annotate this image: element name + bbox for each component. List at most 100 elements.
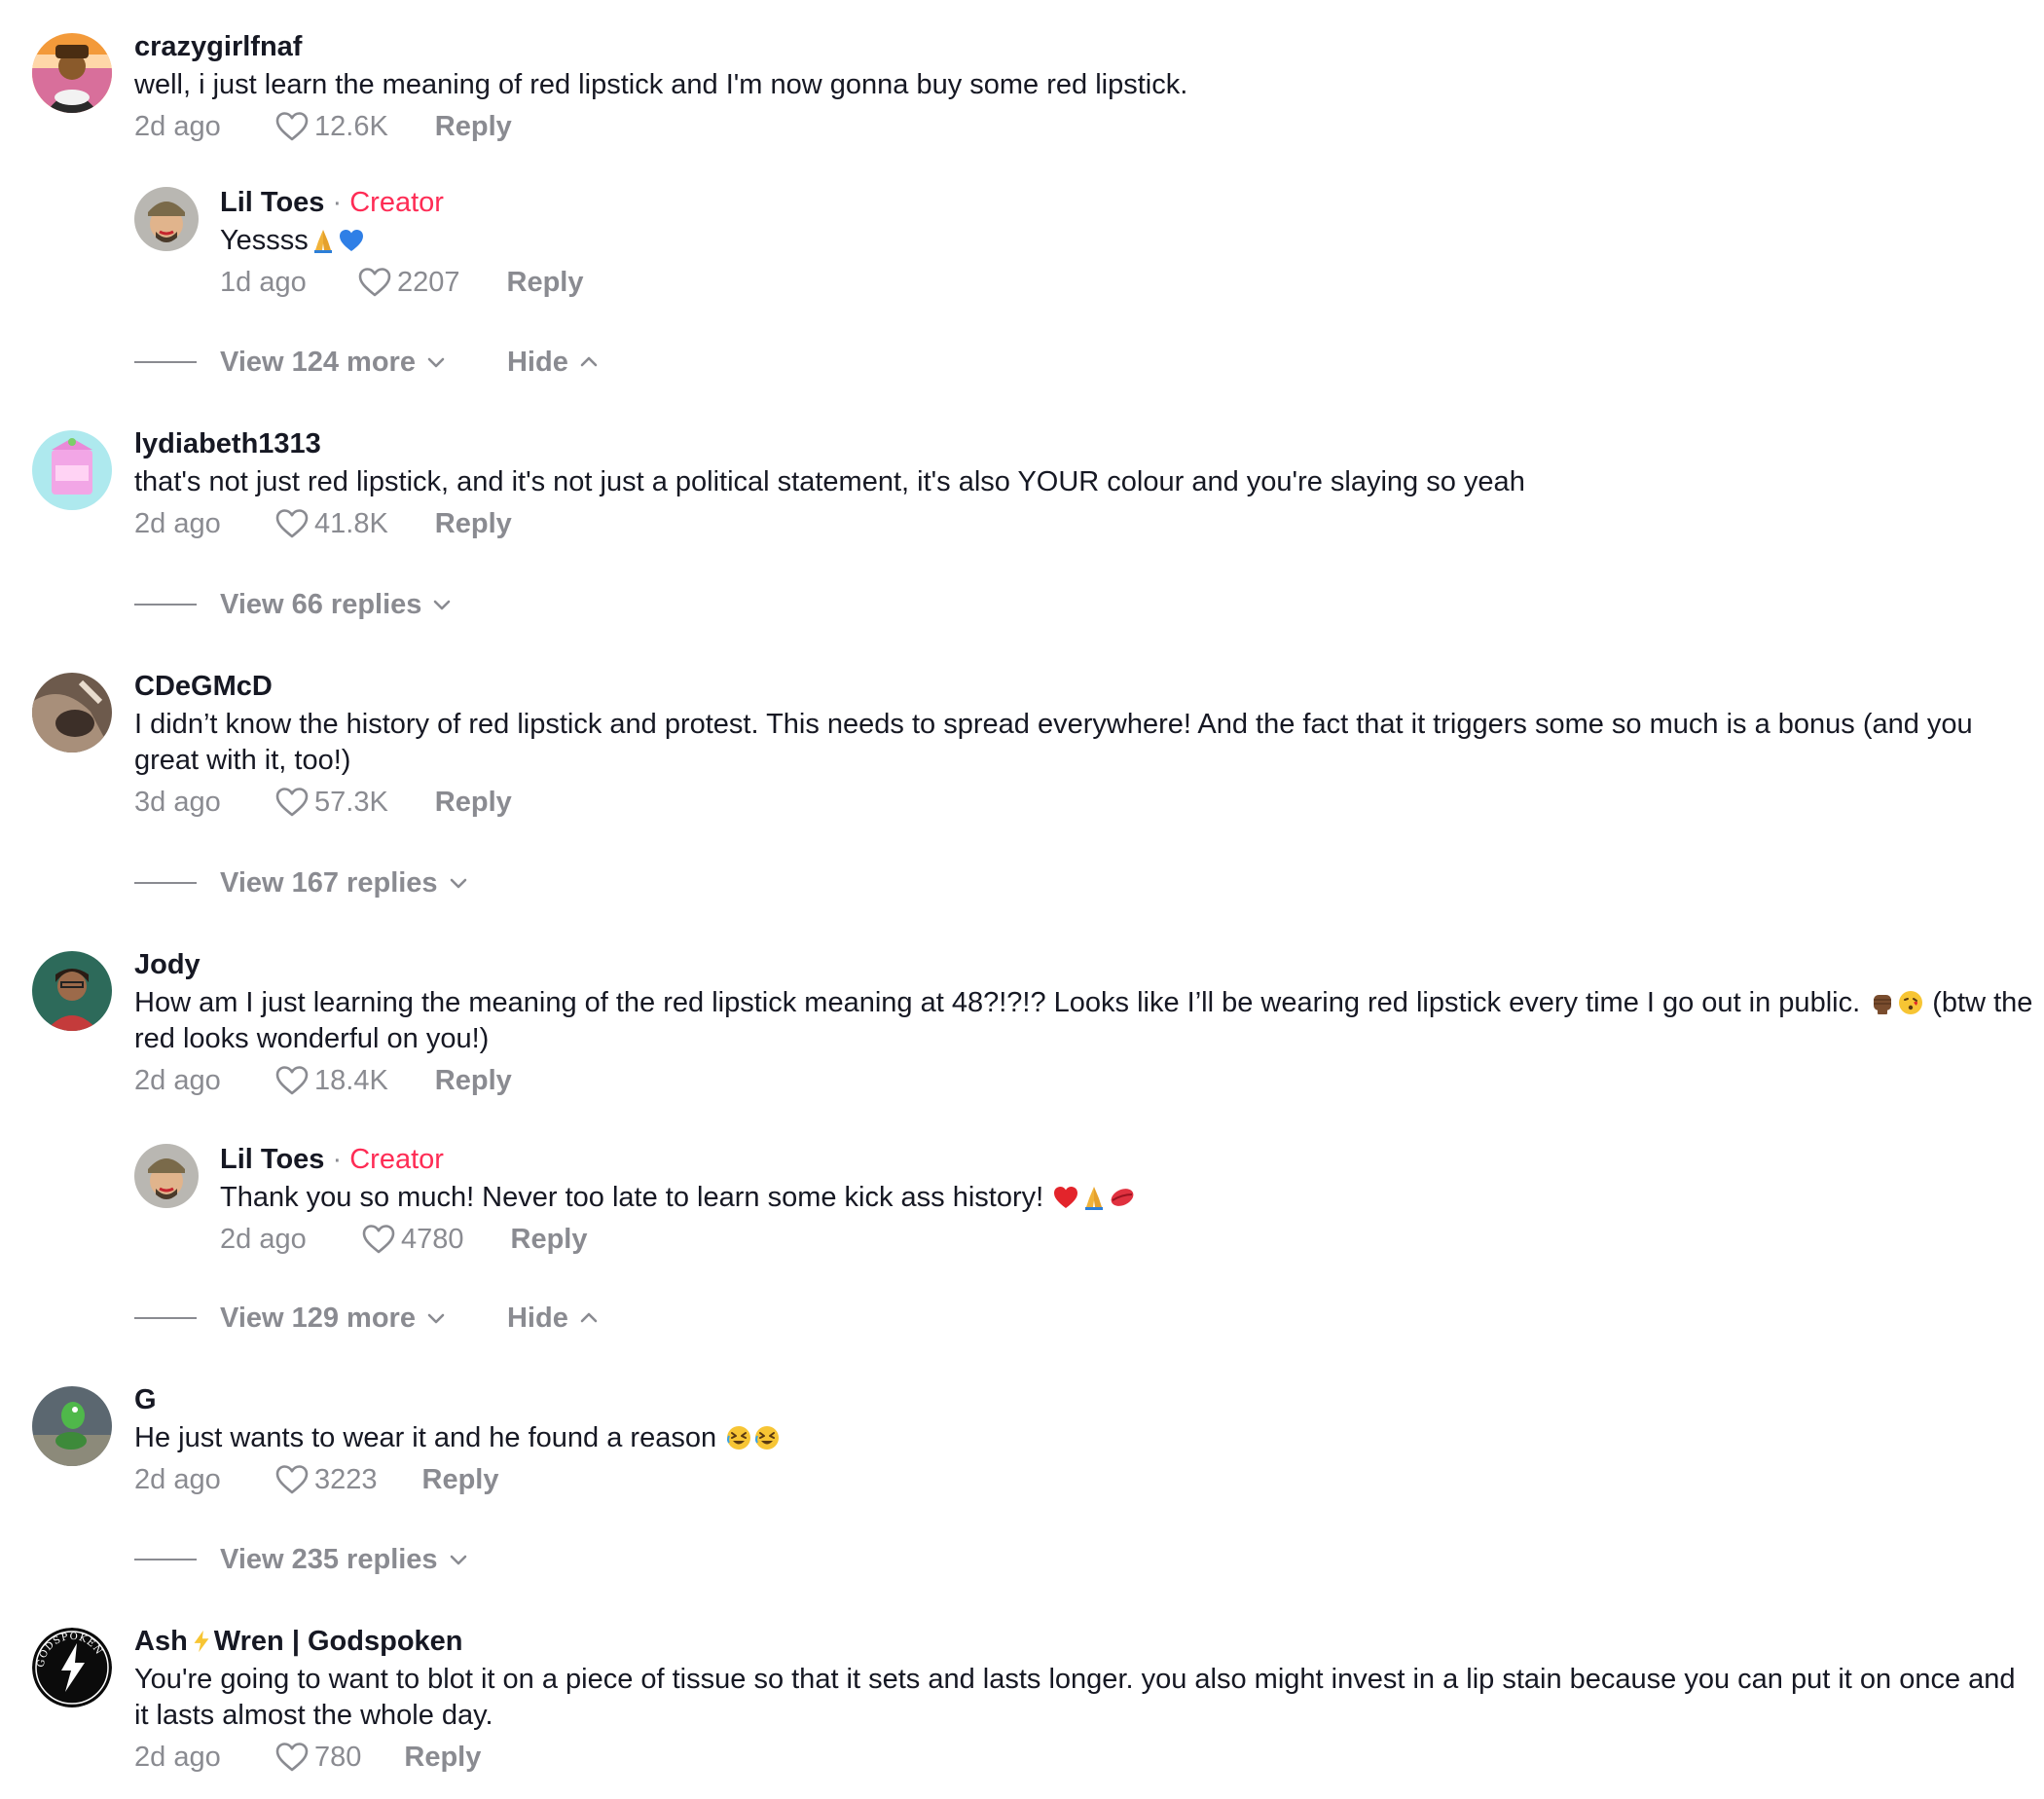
comment-text: I didn’t know the history of red lipstic…: [134, 709, 1973, 776]
comment-username[interactable]: lydiabeth1313: [134, 426, 2034, 461]
reply-username[interactable]: Lil Toes: [220, 187, 324, 218]
comment-timestamp: 2d ago: [134, 1741, 221, 1773]
hide-label: Hide: [506, 346, 568, 378]
reply-button[interactable]: Reply: [511, 1224, 588, 1256]
like-button[interactable]: 12.6K: [275, 111, 388, 143]
thread-controls: View 167 replies: [134, 863, 469, 902]
heart-icon: [358, 267, 391, 298]
thread-controls: View 235 replies: [134, 1540, 469, 1579]
view-more-replies-button[interactable]: View 129 more: [220, 1303, 447, 1335]
like-button[interactable]: 18.4K: [275, 1065, 388, 1097]
view-more-label: View 124 more: [220, 346, 416, 378]
like-button[interactable]: 41.8K: [275, 508, 388, 540]
thread-controls: View 124 more Hide: [134, 343, 600, 382]
like-count: 18.4K: [314, 1064, 388, 1096]
avatar[interactable]: GODSPOKEN: [32, 1628, 112, 1707]
comment-username: Lil Toes · Creator: [220, 1142, 2034, 1177]
heart-icon: [275, 508, 309, 539]
comment-meta: 1d ago 2207 Reply: [220, 261, 2034, 304]
comment-text: that's not just red lipstick, and it's n…: [134, 466, 1525, 497]
view-replies-button[interactable]: View 167 replies: [220, 867, 469, 900]
like-count: 4780: [401, 1223, 464, 1255]
avatar[interactable]: [32, 33, 112, 113]
comment-meta: 2d ago 12.6K Reply: [134, 105, 2034, 148]
avatar[interactable]: [32, 673, 112, 753]
hide-replies-button[interactable]: Hide: [507, 347, 600, 379]
comment-meta: 3d ago 57.3K Reply: [134, 781, 2034, 824]
heart-icon: [362, 1224, 395, 1255]
username-part: Ash: [134, 1626, 188, 1657]
chevron-up-icon: [578, 351, 600, 373]
like-count: 780: [314, 1741, 362, 1773]
comment-timestamp: 2d ago: [134, 1064, 221, 1096]
avatar[interactable]: [32, 1386, 112, 1466]
like-button[interactable]: 4780: [362, 1224, 464, 1256]
lightning-bolt-icon: [189, 1629, 214, 1654]
comment-text: Yessss: [220, 223, 2034, 259]
reply-username[interactable]: Lil Toes: [220, 1144, 324, 1175]
comment-meta: 2d ago 41.8K Reply: [134, 502, 2034, 545]
chevron-up-icon: [578, 1307, 600, 1329]
view-replies-button[interactable]: View 235 replies: [220, 1544, 469, 1576]
comment-username[interactable]: crazygirlfnaf: [134, 29, 2034, 64]
chevron-down-icon: [448, 1549, 469, 1570]
reply-button[interactable]: Reply: [404, 1742, 481, 1774]
comment-timestamp: 2d ago: [134, 110, 221, 142]
hide-replies-button[interactable]: Hide: [507, 1303, 600, 1335]
heart-icon: [275, 1065, 309, 1096]
avatar[interactable]: [32, 430, 112, 510]
comment-username[interactable]: Ash Wren | Godspoken: [134, 1624, 2034, 1659]
comment-timestamp: 1d ago: [220, 266, 307, 298]
separator-dot: ·: [332, 187, 343, 218]
comment-username[interactable]: CDeGMcD: [134, 669, 2034, 704]
like-button[interactable]: 57.3K: [275, 787, 388, 819]
view-more-replies-button[interactable]: View 124 more: [220, 347, 447, 379]
reply-button[interactable]: Reply: [422, 1464, 499, 1496]
creator-badge: Creator: [349, 1144, 444, 1175]
comment-meta: 2d ago 3223 Reply: [134, 1458, 2034, 1501]
reply-button[interactable]: Reply: [435, 787, 512, 819]
thread-line: [134, 361, 197, 363]
chevron-down-icon: [431, 594, 453, 615]
heart-icon: [275, 1742, 309, 1773]
like-button[interactable]: 3223: [275, 1464, 378, 1496]
avatar[interactable]: [134, 187, 199, 251]
reply-text: Yessss: [220, 225, 309, 256]
view-replies-button[interactable]: View 66 replies: [220, 589, 453, 621]
reply-button[interactable]: Reply: [507, 267, 584, 299]
reply-button[interactable]: Reply: [435, 508, 512, 540]
reply-button[interactable]: Reply: [435, 1065, 512, 1097]
like-count: 41.8K: [314, 507, 388, 539]
comment-text: You're going to want to blot it on a pie…: [134, 1664, 2016, 1731]
heart-icon: [275, 787, 309, 818]
thread-controls: View 66 replies: [134, 585, 453, 624]
rofl-face-icon: [753, 1424, 781, 1451]
comment-username[interactable]: G: [134, 1382, 2034, 1417]
raised-fist-icon: [1869, 989, 1896, 1016]
like-count: 2207: [397, 266, 460, 298]
avatar[interactable]: [134, 1144, 199, 1208]
creator-badge: Creator: [349, 187, 444, 218]
comment-text: How am I just learning the meaning of th…: [134, 985, 2034, 1057]
thread-controls: View 129 more Hide: [134, 1299, 600, 1338]
like-count: 12.6K: [314, 110, 388, 142]
praying-hands-icon: [1080, 1184, 1108, 1211]
chevron-down-icon: [425, 351, 447, 373]
comment-text: Thank you so much! Never too late to lea…: [220, 1180, 2034, 1216]
comment-timestamp: 3d ago: [134, 786, 221, 818]
comment-text: well, i just learn the meaning of red li…: [134, 69, 1188, 100]
comment-username[interactable]: Jody: [134, 947, 2034, 982]
like-button[interactable]: 2207: [358, 267, 460, 299]
comment-timestamp: 2d ago: [134, 507, 221, 539]
avatar[interactable]: [32, 951, 112, 1031]
view-replies-label: View 235 replies: [220, 1543, 438, 1575]
reply-button[interactable]: Reply: [435, 111, 512, 143]
like-button[interactable]: 780: [275, 1742, 361, 1774]
comment-text-part: How am I just learning the meaning of th…: [134, 987, 1861, 1018]
chevron-down-icon: [448, 872, 469, 894]
rofl-face-icon: [725, 1424, 752, 1451]
red-heart-icon: [1052, 1184, 1079, 1211]
comment-meta: 2d ago 4780 Reply: [220, 1218, 2034, 1261]
comment-text: He just wants to wear it and he found a …: [134, 1420, 2034, 1456]
thread-line: [134, 1559, 197, 1560]
